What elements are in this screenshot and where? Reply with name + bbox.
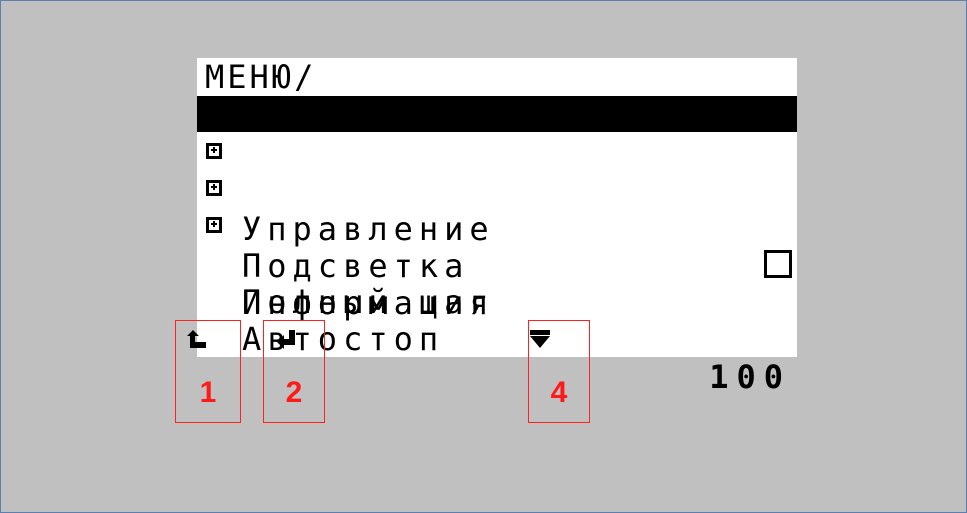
- menu-item-backlight[interactable]: Подсветка: [197, 171, 797, 285]
- menu-item-control[interactable]: Управление: [197, 134, 797, 248]
- softkey-callout-1: 1: [175, 320, 241, 423]
- lcd-screen: МЕНЮ/ English Управление Подсветка Инфор…: [187, 58, 797, 396]
- callout-number-1: 1: [199, 376, 217, 409]
- expand-plus-icon[interactable]: [206, 217, 222, 233]
- full-step-checkbox[interactable]: [764, 250, 792, 278]
- menu-title: МЕНЮ/: [205, 58, 317, 96]
- menu-item-full-step[interactable]: Полный шаг: [197, 245, 797, 321]
- softkey-callout-4: 4: [528, 320, 590, 423]
- menu-item-autostop[interactable]: Автостоп 100: [197, 282, 797, 396]
- menu-item-information[interactable]: Информация: [197, 208, 797, 322]
- menu-item-english[interactable]: English: [197, 96, 797, 168]
- expand-plus-icon[interactable]: [206, 180, 222, 196]
- callout-number-2: 2: [285, 376, 303, 409]
- expand-plus-icon[interactable]: [206, 143, 222, 159]
- softkey-callout-2: 2: [263, 320, 325, 423]
- callout-number-4: 4: [550, 376, 568, 409]
- autostop-value: 100: [709, 358, 791, 396]
